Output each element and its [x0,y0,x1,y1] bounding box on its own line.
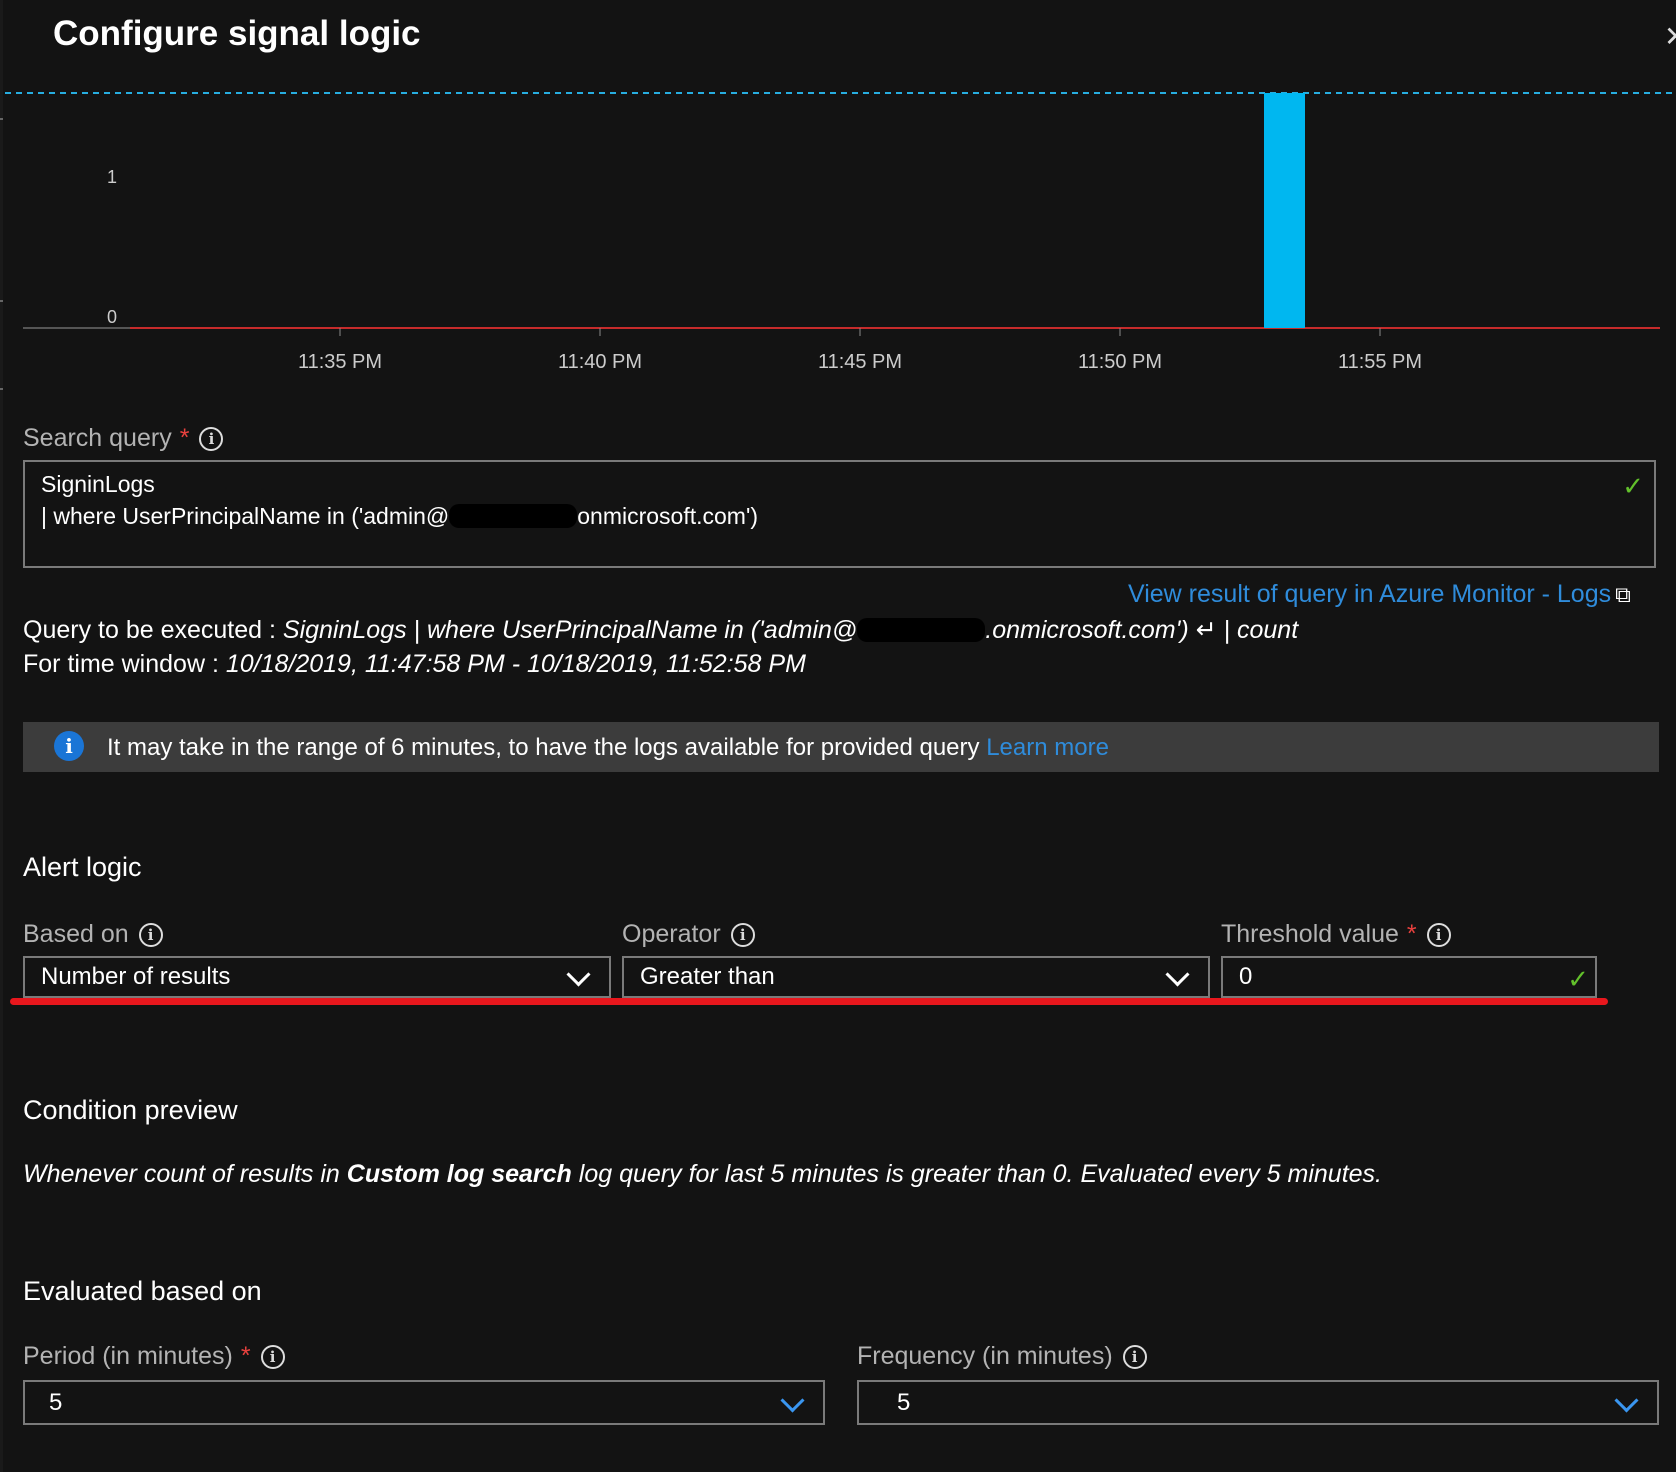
query-line-1: SigninLogs [41,471,155,497]
based-on-label-text: Based on [23,920,129,948]
period-label: Period (in minutes) * i [23,1342,285,1371]
info-circle-icon: i [54,731,84,761]
period-select[interactable]: 5 [23,1380,825,1425]
external-link-icon: ⧉ [1615,582,1631,607]
threshold-input[interactable]: 0 ✓ [1221,956,1597,998]
query-executed-suffix: .onmicrosoft.com') ↵ | count [985,616,1299,644]
y-tick-label: 1 [107,167,117,187]
valid-check-icon: ✓ [1567,964,1589,994]
view-result-link-text[interactable]: View result of query in Azure Monitor - … [1128,580,1611,608]
info-icon[interactable]: i [1122,1345,1147,1369]
panel-title: Configure signal logic [53,14,421,53]
y-tick-label: 0 [107,307,117,327]
learn-more-link[interactable]: Learn more [986,734,1109,761]
x-tick-label: 11:40 PM [558,351,642,373]
required-mark: * [1406,920,1417,948]
chevron-down-icon [1165,962,1190,987]
info-text: It may take in the range of 6 minutes, t… [107,734,1109,762]
redacted-block [857,618,986,642]
operator-select[interactable]: Greater than [622,956,1210,998]
data-bar [1264,93,1305,328]
info-banner: i It may take in the range of 6 minutes,… [23,722,1659,772]
x-tick-label: 11:50 PM [1078,351,1162,373]
required-mark: * [240,1342,251,1370]
info-icon[interactable]: i [138,923,163,947]
view-result-link[interactable]: View result of query in Azure Monitor - … [1128,580,1631,609]
annotation-underline [10,998,1608,1005]
based-on-select[interactable]: Number of results [23,956,611,998]
info-icon[interactable]: i [1426,923,1451,947]
search-query-label-text: Search query [23,424,172,452]
signal-chart: 1 0 11:35 PM 11:40 PM 11:45 PM 11:50 PM 11:5… [5,92,1676,373]
frequency-label: Frequency (in minutes) i [857,1342,1147,1371]
search-query-input[interactable]: SigninLogs | where UserPrincipalName in … [23,460,1656,568]
query-line-2-suffix: onmicrosoft.com') [577,503,759,529]
search-query-label: Search query * i [23,424,224,453]
period-value: 5 [49,1389,63,1416]
based-on-value: Number of results [41,963,231,990]
time-window: For time window : 10/18/2019, 11:47:58 P… [23,650,806,679]
evaluated-heading: Evaluated based on [23,1276,262,1306]
info-icon[interactable]: i [199,427,224,451]
redacted-block [449,504,578,528]
required-mark: * [179,424,190,452]
condition-bold: Custom log search [346,1160,572,1188]
condition-preview-heading: Condition preview [23,1095,238,1125]
frequency-label-text: Frequency (in minutes) [857,1342,1113,1370]
condition-part-1: Whenever count of results in [23,1160,347,1188]
valid-check-icon: ✓ [1622,471,1644,501]
condition-part-2: log query for last 5 minutes is greater … [571,1160,1382,1188]
query-executed: Query to be executed : SigninLogs | wher… [23,615,1298,645]
condition-preview-text: Whenever count of results in Custom log … [23,1160,1382,1189]
threshold-label-text: Threshold value [1221,920,1399,948]
x-tick-label: 11:45 PM [818,351,902,373]
chevron-down-icon [1614,1388,1639,1413]
frequency-value: 5 [897,1389,911,1416]
query-executed-label: Query to be executed : [23,616,283,644]
time-window-label: For time window : [23,650,226,678]
info-icon[interactable]: i [260,1345,285,1369]
operator-label: Operator i [622,920,755,949]
period-label-text: Period (in minutes) [23,1342,233,1370]
alert-logic-heading: Alert logic [23,852,142,882]
chevron-down-icon [566,962,591,987]
x-tick-label: 11:35 PM [298,351,382,373]
based-on-label: Based on i [23,920,163,949]
operator-label-text: Operator [622,920,721,948]
time-window-value: 10/18/2019, 11:47:58 PM - 10/18/2019, 11… [225,650,806,678]
operator-value: Greater than [640,963,775,990]
threshold-label: Threshold value * i [1221,920,1451,949]
threshold-value: 0 [1239,963,1253,990]
info-icon[interactable]: i [730,923,755,947]
info-message: It may take in the range of 6 minutes, t… [107,734,987,761]
chevron-down-icon [780,1388,805,1413]
close-icon[interactable]: ✕ [1664,20,1676,53]
query-line-2: | where UserPrincipalName in ('admin@ onm… [41,500,1638,532]
x-tick-label: 11:55 PM [1338,351,1422,373]
query-executed-prefix: SigninLogs | where UserPrincipalName in … [282,616,858,644]
frequency-select[interactable]: 5 [857,1380,1659,1425]
query-line-2-prefix: | where UserPrincipalName in ('admin@ [41,503,450,529]
